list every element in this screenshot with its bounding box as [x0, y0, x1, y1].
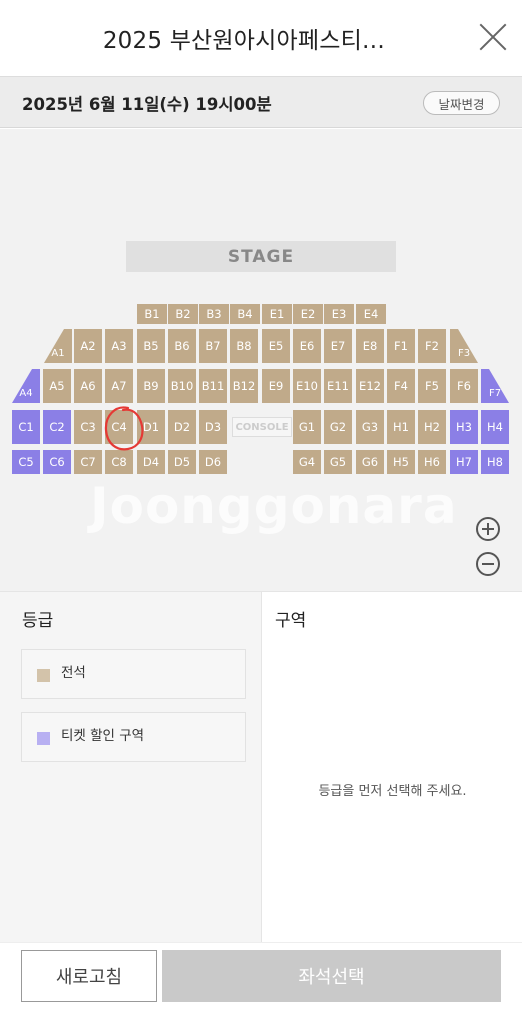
plus-circle-icon[interactable]: [476, 517, 500, 541]
seat-section-a7[interactable]: A7: [105, 369, 133, 403]
grade-item-all[interactable]: 전석: [21, 649, 246, 699]
seat-section-h2[interactable]: H2: [418, 410, 446, 444]
date-bar: 2025년 6월 11일(수) 19시00분 날짜변경: [0, 76, 522, 128]
select-seat-button[interactable]: 좌석선택: [162, 950, 501, 1002]
seat-section-g4[interactable]: G4: [293, 450, 321, 474]
seat-section-g6[interactable]: G6: [356, 450, 384, 474]
seat-section-d2[interactable]: D2: [168, 410, 196, 444]
seat-section-e3[interactable]: E3: [324, 304, 354, 324]
grade-label: 티켓 할인 구역: [61, 728, 145, 744]
seat-section-b7[interactable]: B7: [199, 329, 227, 363]
minus-circle-icon[interactable]: [476, 552, 500, 576]
grade-color-swatch: [37, 669, 50, 682]
seat-section-c5[interactable]: C5: [12, 450, 40, 474]
performance-date: 2025년 6월 11일(수) 19시00분: [22, 95, 272, 114]
seat-section-h5[interactable]: H5: [387, 450, 415, 474]
seat-map[interactable]: STAGE Joonggonara CONSOLE B1 B2 B3 B4 E1 E2 E3…: [0, 129, 522, 591]
seat-section-c4[interactable]: C4: [105, 410, 133, 444]
seat-section-d5[interactable]: D5: [168, 450, 196, 474]
seat-section-d3[interactable]: D3: [199, 410, 227, 444]
seat-section-g1[interactable]: G1: [293, 410, 321, 444]
seat-section-e2[interactable]: E2: [293, 304, 323, 324]
seat-section-c7[interactable]: C7: [74, 450, 102, 474]
seat-section-c2[interactable]: C2: [43, 410, 71, 444]
seat-section-a1[interactable]: A1: [44, 329, 72, 363]
grade-column: 등급 전석 티켓 할인 구역: [0, 592, 261, 943]
seat-section-e1[interactable]: E1: [262, 304, 292, 324]
seat-section-c6[interactable]: C6: [43, 450, 71, 474]
seat-section-f3[interactable]: F3: [450, 329, 478, 363]
selection-panel: 등급 전석 티켓 할인 구역 구역 등급을 먼저 선택해 주세요.: [0, 591, 522, 943]
seat-section-e4[interactable]: E4: [356, 304, 386, 324]
stage-label: STAGE: [126, 241, 396, 272]
seat-section-d1[interactable]: D1: [137, 410, 165, 444]
seat-section-b1[interactable]: B1: [137, 304, 167, 324]
seat-section-e10[interactable]: E10: [293, 369, 321, 403]
seat-section-e11[interactable]: E11: [324, 369, 352, 403]
seat-section-f7[interactable]: F7: [481, 369, 509, 403]
seat-section-h6[interactable]: H6: [418, 450, 446, 474]
seat-section-e7[interactable]: E7: [324, 329, 352, 363]
seat-section-b11[interactable]: B11: [199, 369, 227, 403]
seat-section-g2[interactable]: G2: [324, 410, 352, 444]
seat-section-b4[interactable]: B4: [230, 304, 260, 324]
seat-section-c1[interactable]: C1: [12, 410, 40, 444]
seat-section-b10[interactable]: B10: [168, 369, 196, 403]
grade-color-swatch: [37, 732, 50, 745]
seat-section-a2[interactable]: A2: [74, 329, 102, 363]
grade-item-discount[interactable]: 티켓 할인 구역: [21, 712, 246, 762]
seat-section-b3[interactable]: B3: [199, 304, 229, 324]
seat-section-b5[interactable]: B5: [137, 329, 165, 363]
console-label: CONSOLE: [232, 417, 292, 437]
seat-section-a4[interactable]: A4: [12, 369, 40, 403]
seat-section-f4[interactable]: F4: [387, 369, 415, 403]
seat-section-c3[interactable]: C3: [74, 410, 102, 444]
seat-section-b8[interactable]: B8: [230, 329, 258, 363]
page-title: 2025 부산원아시아페스티…: [102, 28, 386, 54]
seat-section-h8[interactable]: H8: [481, 450, 509, 474]
seat-section-g3[interactable]: G3: [356, 410, 384, 444]
seat-section-d6[interactable]: D6: [199, 450, 227, 474]
seat-section-h3[interactable]: H3: [450, 410, 478, 444]
seat-section-e9[interactable]: E9: [262, 369, 290, 403]
seat-section-e12[interactable]: E12: [356, 369, 384, 403]
grade-label: 전석: [61, 665, 86, 681]
seat-section-g5[interactable]: G5: [324, 450, 352, 474]
seat-section-e5[interactable]: E5: [262, 329, 290, 363]
footer: 새로고침 좌석선택: [0, 942, 522, 1024]
zone-column: 구역 등급을 먼저 선택해 주세요.: [261, 592, 522, 943]
seat-section-h4[interactable]: H4: [481, 410, 509, 444]
seat-section-e8[interactable]: E8: [356, 329, 384, 363]
seat-section-f1[interactable]: F1: [387, 329, 415, 363]
zone-title: 구역: [275, 611, 307, 631]
seat-section-e6[interactable]: E6: [293, 329, 321, 363]
seat-section-b2[interactable]: B2: [168, 304, 198, 324]
seat-section-b9[interactable]: B9: [137, 369, 165, 403]
seat-section-f5[interactable]: F5: [418, 369, 446, 403]
seat-section-b12[interactable]: B12: [230, 369, 258, 403]
seat-section-f6[interactable]: F6: [450, 369, 478, 403]
seat-section-d4[interactable]: D4: [137, 450, 165, 474]
watermark: Joonggonara: [90, 477, 458, 535]
header: 2025 부산원아시아페스티…: [0, 0, 522, 76]
seat-section-h7[interactable]: H7: [450, 450, 478, 474]
seat-section-b6[interactable]: B6: [168, 329, 196, 363]
change-date-button[interactable]: 날짜변경: [423, 91, 500, 115]
close-icon[interactable]: [478, 22, 508, 52]
seat-section-a6[interactable]: A6: [74, 369, 102, 403]
zone-hint: 등급을 먼저 선택해 주세요.: [318, 784, 467, 799]
seat-section-c8[interactable]: C8: [105, 450, 133, 474]
grade-title: 등급: [22, 611, 54, 631]
seat-section-f2[interactable]: F2: [418, 329, 446, 363]
refresh-button[interactable]: 새로고침: [21, 950, 157, 1002]
seat-section-a3[interactable]: A3: [105, 329, 133, 363]
seat-section-a5[interactable]: A5: [43, 369, 71, 403]
seat-section-h1[interactable]: H1: [387, 410, 415, 444]
